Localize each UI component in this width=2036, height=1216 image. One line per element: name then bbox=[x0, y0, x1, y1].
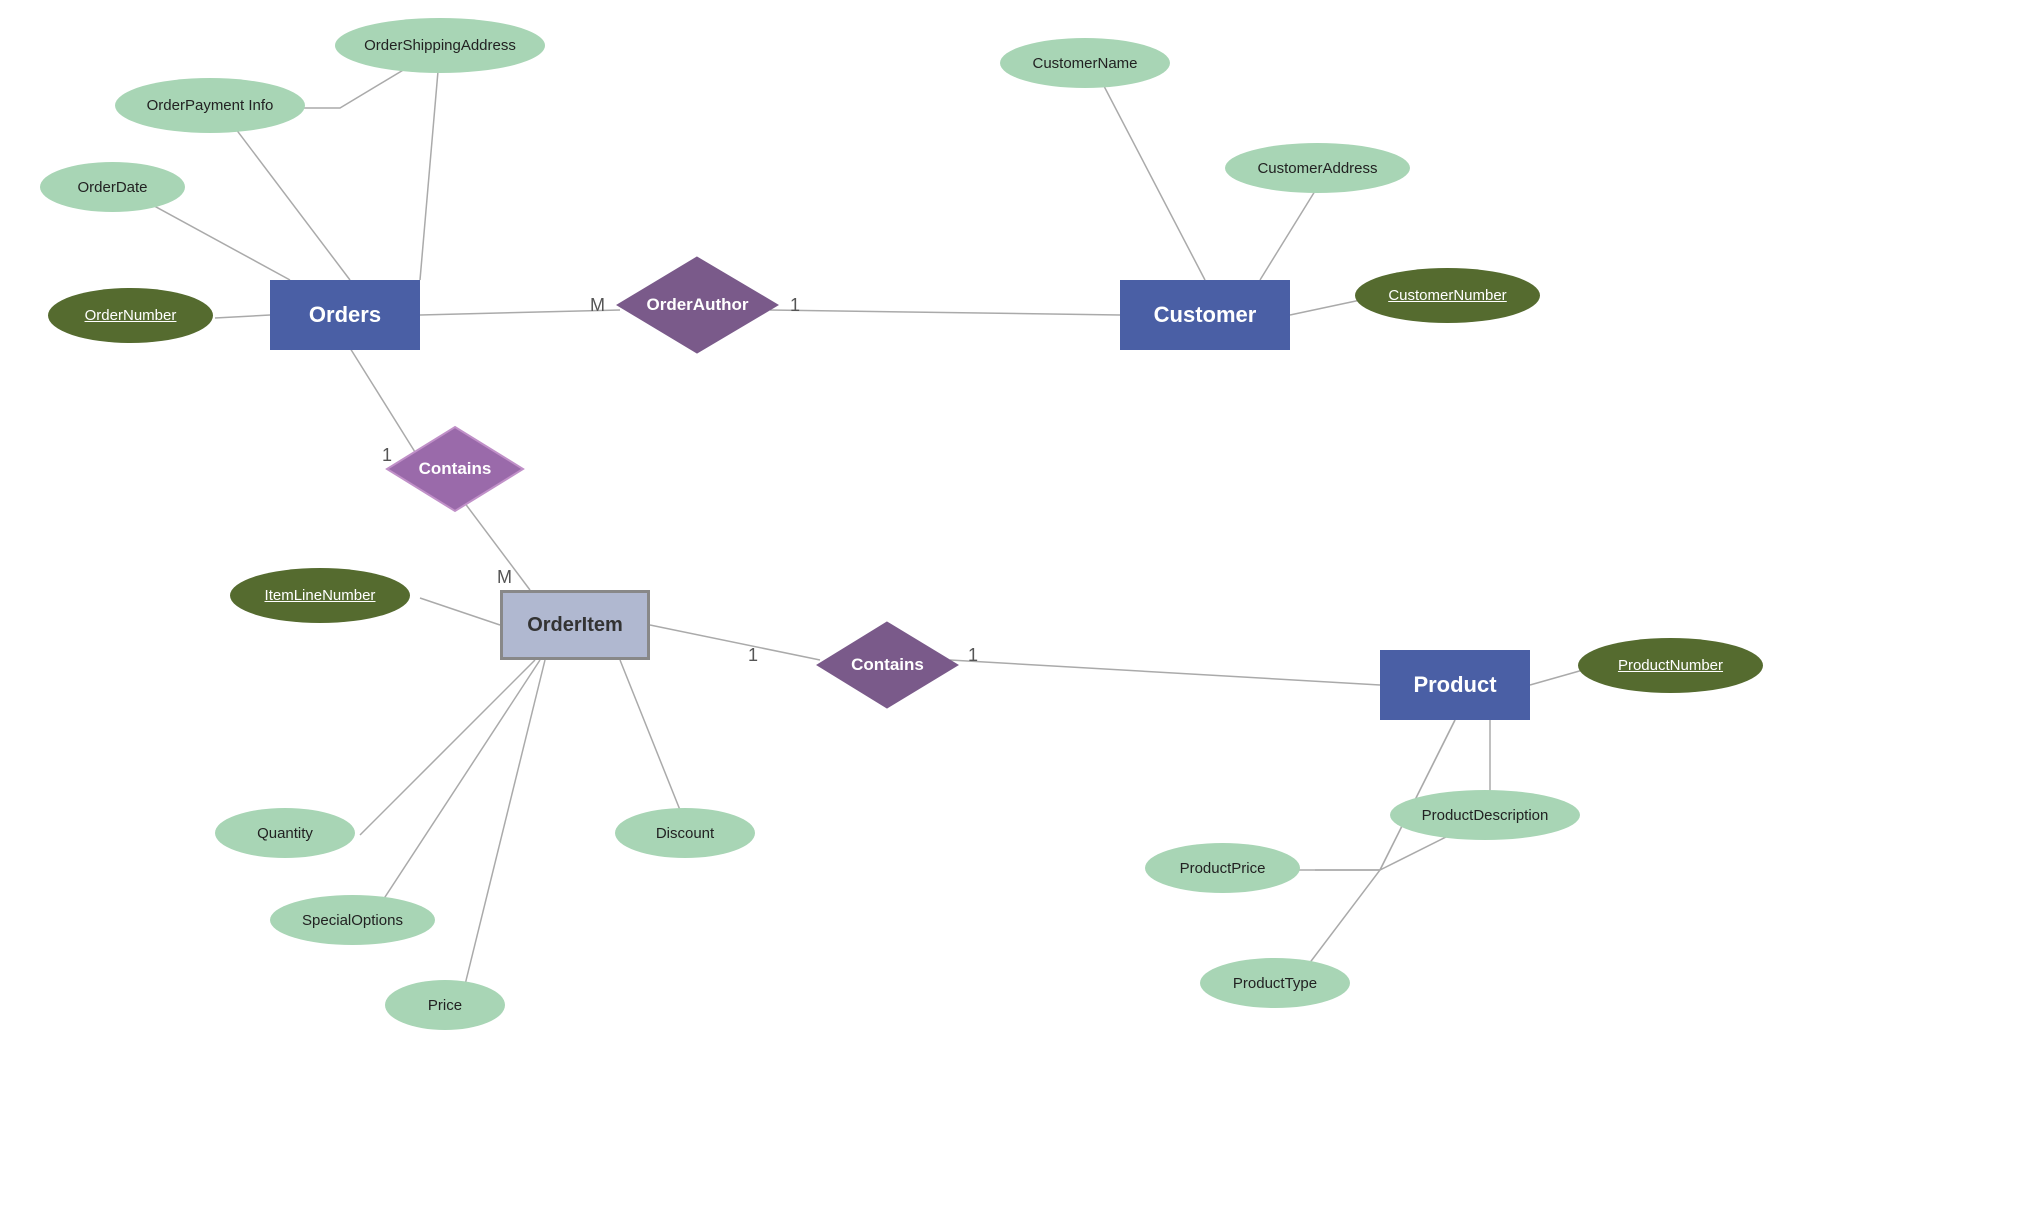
attribute-key-customernumber: CustomerNumber bbox=[1355, 268, 1540, 323]
attribute-orderpaymentinfo: OrderPayment Info bbox=[115, 78, 305, 133]
attribute-key-productnumber: ProductNumber bbox=[1578, 638, 1763, 693]
cardinality-1-contains1: 1 bbox=[382, 445, 392, 466]
entity-orders: Orders bbox=[270, 280, 420, 350]
attribute-productdescription: ProductDescription bbox=[1390, 790, 1580, 840]
cardinality-1-contains2b: 1 bbox=[968, 645, 978, 666]
attribute-customername: CustomerName bbox=[1000, 38, 1170, 88]
cardinality-1-contains2a: 1 bbox=[748, 645, 758, 666]
attribute-ordershippingaddress: OrderShippingAddress bbox=[335, 18, 545, 73]
attribute-customeraddress: CustomerAddress bbox=[1225, 143, 1410, 193]
relationship-orderauthor: OrderAuthor bbox=[615, 255, 780, 355]
attribute-price: Price bbox=[385, 980, 505, 1030]
cardinality-m-contains1: M bbox=[497, 567, 512, 588]
attribute-producttype: ProductType bbox=[1200, 958, 1350, 1008]
attribute-key-ordernumber: OrderNumber bbox=[48, 288, 213, 343]
cardinality-m-orderauthor: M bbox=[590, 295, 605, 316]
entity-customer: Customer bbox=[1120, 280, 1290, 350]
relationship-contains1: Contains bbox=[385, 425, 525, 513]
cardinality-1-orderauthor: 1 bbox=[790, 295, 800, 316]
relationship-contains2: Contains bbox=[815, 620, 960, 710]
entity-orderitem: OrderItem bbox=[500, 590, 650, 660]
attribute-discount: Discount bbox=[615, 808, 755, 858]
attribute-productprice: ProductPrice bbox=[1145, 843, 1300, 893]
er-diagram: Orders Customer Product OrderItem OrderA… bbox=[0, 0, 2036, 1216]
entity-product: Product bbox=[1380, 650, 1530, 720]
attribute-quantity: Quantity bbox=[215, 808, 355, 858]
attribute-orderdate: OrderDate bbox=[40, 162, 185, 212]
attribute-specialoptions: SpecialOptions bbox=[270, 895, 435, 945]
attribute-key-itemlinenumber: ItemLineNumber bbox=[230, 568, 410, 623]
